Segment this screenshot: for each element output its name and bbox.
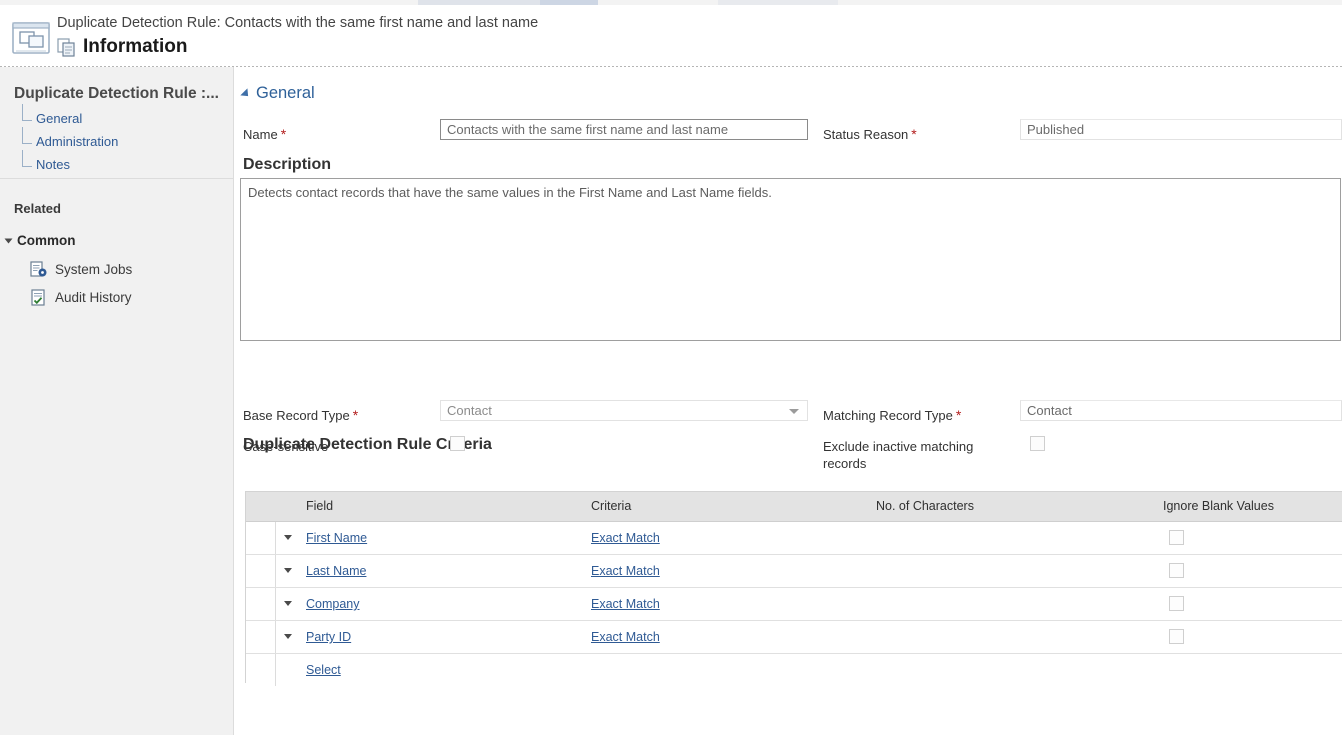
required-asterisk: * bbox=[911, 126, 917, 142]
matching-record-type-label: Matching Record Type * bbox=[823, 407, 962, 423]
row-gutter bbox=[246, 555, 276, 587]
table-row[interactable]: Company Exact Match bbox=[246, 588, 1342, 621]
navpane-title: Duplicate Detection Rule :... bbox=[14, 85, 219, 102]
name-value: Contacts with the same first name and la… bbox=[447, 122, 729, 137]
chevron-down-icon[interactable] bbox=[284, 535, 292, 540]
description-textarea[interactable]: Detects contact records that have the sa… bbox=[240, 178, 1341, 341]
select-field-link[interactable]: Select bbox=[306, 663, 341, 677]
criteria-grid-header: Field Criteria No. of Characters Ignore … bbox=[246, 492, 1342, 522]
row-field-link[interactable]: Last Name bbox=[306, 564, 366, 578]
navpane-divider bbox=[0, 178, 233, 179]
related-group-common[interactable]: Common bbox=[4, 233, 76, 248]
chevron-down-icon[interactable] bbox=[284, 634, 292, 639]
base-record-type-select[interactable]: Contact bbox=[440, 400, 808, 421]
chevron-down-icon[interactable] bbox=[284, 568, 292, 573]
row-field-link[interactable]: First Name bbox=[306, 531, 367, 545]
matching-record-type-input[interactable]: Contact bbox=[1020, 400, 1342, 421]
related-header: Related bbox=[14, 201, 61, 216]
nav-item-notes[interactable]: Notes bbox=[20, 150, 220, 176]
base-record-type-label: Base Record Type * bbox=[243, 407, 359, 423]
table-row[interactable]: Last Name Exact Match bbox=[246, 555, 1342, 588]
chevron-down-icon[interactable] bbox=[284, 601, 292, 606]
column-header-field[interactable]: Field bbox=[306, 499, 333, 513]
related-item-audit-history[interactable]: Audit History bbox=[30, 283, 230, 311]
exclude-inactive-checkbox[interactable] bbox=[1030, 436, 1045, 451]
duplicate-detection-rule-icon bbox=[12, 22, 50, 54]
nav-item-label: Administration bbox=[36, 134, 119, 149]
row-gutter bbox=[246, 588, 276, 620]
header-subtitle: Duplicate Detection Rule: Contacts with … bbox=[57, 15, 539, 31]
row-criteria-link[interactable]: Exact Match bbox=[591, 597, 660, 611]
description-label: Description bbox=[243, 156, 332, 173]
required-asterisk: * bbox=[280, 126, 287, 142]
information-form-icon bbox=[57, 37, 75, 57]
row-gutter bbox=[246, 621, 276, 653]
exclude-inactive-label: Exclude inactive matching records bbox=[823, 439, 974, 471]
row-criteria-link[interactable]: Exact Match bbox=[591, 564, 660, 578]
tree-elbow-icon bbox=[22, 104, 32, 121]
tree-elbow-icon bbox=[22, 127, 32, 144]
case-sensitive-checkbox[interactable] bbox=[450, 436, 465, 451]
nav-item-label: General bbox=[36, 111, 83, 126]
required-asterisk: * bbox=[955, 407, 962, 423]
name-input[interactable]: Contacts with the same first name and la… bbox=[440, 119, 808, 140]
nav-item-general[interactable]: General bbox=[20, 104, 220, 130]
status-reason-input[interactable]: Published bbox=[1020, 119, 1342, 140]
table-row[interactable]: First Name Exact Match bbox=[246, 522, 1342, 555]
row-gutter bbox=[246, 654, 276, 686]
page-title: Information bbox=[83, 36, 188, 57]
header-text-block: Duplicate Detection Rule: Contacts with … bbox=[57, 13, 538, 58]
related-group-label: Common bbox=[17, 233, 76, 248]
row-ignore-blank-checkbox[interactable] bbox=[1169, 629, 1184, 644]
status-reason-label: Status Reason * bbox=[823, 126, 917, 142]
nav-item-label: Notes bbox=[36, 157, 70, 172]
section-header-general[interactable]: General bbox=[240, 84, 315, 103]
base-record-type-value: Contact bbox=[447, 403, 492, 418]
audit-history-icon bbox=[31, 288, 45, 306]
column-header-no-of-characters[interactable]: No. of Characters bbox=[876, 499, 974, 513]
form-header: Duplicate Detection Rule: Contacts with … bbox=[0, 5, 1342, 67]
tree-elbow-icon bbox=[22, 150, 32, 167]
chevron-expanded-icon bbox=[4, 238, 13, 243]
triangle-collapse-icon bbox=[240, 87, 252, 100]
duplicate-detection-rule-form-window: Duplicate Detection Rule: Contacts with … bbox=[0, 0, 1342, 735]
column-header-criteria[interactable]: Criteria bbox=[591, 499, 631, 513]
related-item-label: Audit History bbox=[55, 289, 132, 305]
table-row[interactable]: Party ID Exact Match bbox=[246, 621, 1342, 654]
required-asterisk: * bbox=[352, 407, 359, 423]
related-item-system-jobs[interactable]: System Jobs bbox=[30, 255, 230, 283]
criteria-grid: Field Criteria No. of Characters Ignore … bbox=[245, 491, 1342, 686]
matching-record-type-value: Contact bbox=[1027, 403, 1072, 418]
column-header-ignore-blank-values[interactable]: Ignore Blank Values bbox=[1163, 499, 1274, 513]
row-gutter bbox=[246, 522, 276, 554]
system-jobs-icon bbox=[30, 260, 47, 277]
row-field-link[interactable]: Party ID bbox=[306, 630, 351, 644]
row-field-link[interactable]: Company bbox=[306, 597, 360, 611]
section-header-label: General bbox=[256, 84, 315, 102]
name-label: Name * bbox=[243, 126, 287, 142]
row-criteria-link[interactable]: Exact Match bbox=[591, 630, 660, 644]
row-ignore-blank-checkbox[interactable] bbox=[1169, 563, 1184, 578]
description-value: Detects contact records that have the sa… bbox=[248, 185, 772, 200]
row-ignore-blank-checkbox[interactable] bbox=[1169, 530, 1184, 545]
chevron-down-icon bbox=[789, 408, 799, 414]
row-criteria-link[interactable]: Exact Match bbox=[591, 531, 660, 545]
status-reason-value: Published bbox=[1027, 122, 1085, 137]
navpane-tree: General Administration Notes bbox=[20, 104, 220, 176]
row-ignore-blank-checkbox[interactable] bbox=[1169, 596, 1184, 611]
table-row-select[interactable]: Select bbox=[246, 654, 1342, 686]
nav-item-administration[interactable]: Administration bbox=[20, 127, 220, 153]
navigation-pane: Duplicate Detection Rule :... General Ad… bbox=[0, 67, 234, 735]
related-item-label: System Jobs bbox=[55, 261, 133, 277]
form-body: General Name * Contacts with the same fir… bbox=[234, 67, 1342, 735]
related-items-list: System Jobs Audit History bbox=[30, 255, 230, 311]
case-sensitive-label: Case-sensitive bbox=[243, 439, 329, 454]
